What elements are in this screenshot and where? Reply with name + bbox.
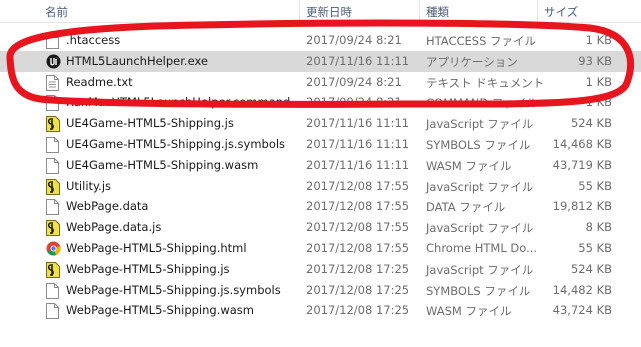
file-size: 43,719 KB [552,157,612,172]
file-type: Chrome HTML Do... [426,240,538,255]
file-type: JavaScript ファイル [426,117,534,132]
column-header-name[interactable]: 名前 [45,4,68,20]
file-type: JavaScript ファイル [426,221,534,236]
file-size: 1 KB [585,74,612,89]
file-row[interactable]: Readme.txt 2017/09/24 8:21 テキスト ドキュメント 1 KB [0,72,641,93]
file-name: WebPage-HTML5-Shipping.wasm [66,303,254,318]
file-date: 2017/09/24 8:21 [306,95,402,110]
blank-file-icon [46,33,60,49]
column-header-date[interactable]: 更新日時 [306,4,352,20]
file-size: 55 KB [578,240,612,255]
file-size: 1 KB [585,33,612,47]
file-size: 14,482 KB [552,282,612,297]
blank-file-icon [46,282,60,299]
file-row[interactable]: UE4Game-HTML5-Shipping.wasm 2017/11/16 11… [0,155,641,176]
file-date: 2017/12/08 17:25 [306,303,410,318]
file-name: HTML5LaunchHelper.exe [66,53,208,68]
column-divider[interactable] [299,0,300,22]
file-size: 19,812 KB [552,199,612,214]
file-date: 2017/12/08 17:55 [306,199,410,214]
file-type: SYMBOLS ファイル [426,137,531,152]
file-type: DATA ファイル [426,200,506,215]
column-header-size[interactable]: サイズ [544,4,578,20]
file-size: 524 KB [570,116,612,131]
file-row[interactable]: WebPage.data.js 2017/12/08 17:55 JavaScrip… [0,217,641,238]
blank-file-icon [46,136,60,153]
column-divider[interactable] [419,0,420,22]
file-date: 2017/09/24 8:21 [306,74,402,89]
file-name: UE4Game-HTML5-Shipping.wasm [66,157,259,172]
file-name: WebPage-HTML5-Shipping.js [66,261,230,276]
file-type: アプリケーション [426,54,518,69]
unreal-engine-icon [46,54,61,70]
column-header-type[interactable]: 種類 [426,4,449,20]
file-type: SYMBOLS ファイル [426,283,531,298]
file-name: Utility.js [66,178,112,193]
file-type: テキスト ドキュメント [426,75,545,90]
file-row[interactable]: WebPage-HTML5-Shipping.js 2017/12/08 17:2… [0,259,641,280]
file-date: 2017/11/16 11:11 [306,136,410,151]
file-row[interactable]: HTML5LaunchHelper.exe 2017/11/16 11:11 アプリ… [0,50,641,72]
file-name: WebPage.data.js [66,220,162,235]
file-date: 2017/12/08 17:55 [306,220,410,235]
sort-up-icon: ^ [161,0,169,6]
file-row[interactable]: .htaccess 2017/09/24 8:21 HTACCESS ファイル 1 K… [0,30,641,51]
file-type: JavaScript ファイル [426,179,534,194]
file-date: 2017/12/08 17:55 [306,240,410,255]
file-size: 93 KB [578,53,612,68]
file-date: 2017/11/16 11:11 [306,53,410,68]
javascript-file-icon [46,178,60,195]
file-type: COMMAND ファイル [426,96,538,111]
column-header-bar: ^ 名前 更新日時 種類 サイズ [0,0,641,23]
file-type: JavaScript ファイル [426,262,534,277]
file-date: 2017/11/16 11:11 [306,116,410,131]
javascript-file-icon [46,220,60,237]
file-name: WebPage-HTML5-Shipping.js.symbols [66,282,281,297]
column-divider[interactable] [537,0,538,22]
javascript-file-icon [46,261,60,278]
file-date: 2017/11/16 11:11 [306,157,410,172]
file-row[interactable]: RunMacHTML5LaunchHelper.command 2017/09/2… [0,92,641,113]
file-size: 8 KB [585,220,612,235]
file-name: UE4Game-HTML5-Shipping.js.symbols [66,136,286,151]
file-name: UE4Game-HTML5-Shipping.js [66,116,234,131]
file-name: RunMacHTML5LaunchHelper.command [66,95,291,110]
javascript-file-icon [46,116,60,133]
file-row[interactable]: WebPage-HTML5-Shipping.html 2017/12/08 17… [0,238,641,259]
file-size: 43,724 KB [552,303,612,318]
file-type: WASM ファイル [426,158,512,173]
file-row[interactable]: UE4Game-HTML5-Shipping.js.symbols 2017/11… [0,134,641,155]
text-file-icon [46,74,60,91]
chrome-html-icon [46,241,61,257]
file-name: WebPage-HTML5-Shipping.html [66,240,247,255]
file-date: 2017/12/08 17:25 [306,282,410,297]
file-name: .htaccess [66,33,121,47]
file-size: 524 KB [570,261,612,276]
file-type: HTACCESS ファイル [426,34,537,48]
file-date: 2017/12/08 17:25 [306,261,410,276]
file-type: WASM ファイル [426,304,512,319]
file-size: 55 KB [578,178,612,193]
file-name: Readme.txt [66,74,133,89]
file-row[interactable]: WebPage.data 2017/12/08 17:55 DATA ファイル 19,… [0,196,641,217]
blank-file-icon [46,303,60,320]
blank-file-icon [46,157,60,174]
file-name: WebPage.data [66,199,149,214]
file-date: 2017/12/08 17:55 [306,178,410,193]
file-row[interactable]: WebPage-HTML5-Shipping.wasm 2017/12/08 17… [0,300,641,321]
blank-file-icon [46,199,60,216]
file-row[interactable]: UE4Game-HTML5-Shipping.js 2017/11/16 11:1… [0,113,641,134]
file-size: 1 KB [585,95,612,110]
file-list: .htaccess 2017/09/24 8:21 HTACCESS ファイル 1 K… [0,30,641,321]
file-row[interactable]: Utility.js 2017/12/08 17:55 JavaScript ファイ… [0,176,641,197]
file-date: 2017/09/24 8:21 [306,33,402,47]
file-size: 14,468 KB [552,136,612,151]
file-row[interactable]: WebPage-HTML5-Shipping.js.symbols 2017/12… [0,280,641,301]
blank-file-icon [46,95,60,112]
